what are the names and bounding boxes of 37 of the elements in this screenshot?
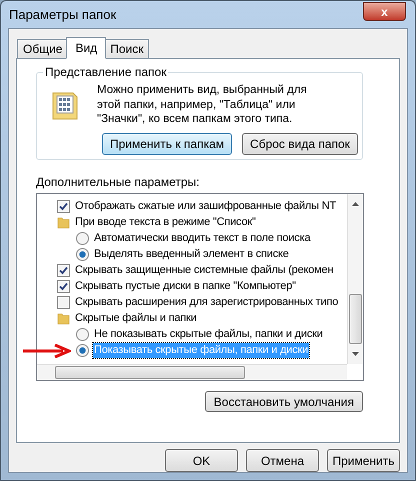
checkbox[interactable]: [57, 200, 70, 212]
scroll-up-icon: [352, 202, 359, 206]
dialog-button[interactable]: Применить: [327, 449, 400, 472]
dialog-button[interactable]: Отмена: [246, 449, 319, 472]
pointer-arrow-icon: [23, 344, 71, 358]
option-label[interactable]: Отображать сжатые или зашифрованные файлы NT: [74, 198, 337, 214]
option-label[interactable]: Не показывать скрытые файлы, папки и диски: [93, 326, 324, 342]
checkbox[interactable]: [57, 264, 70, 276]
option-label[interactable]: Скрытые файлы и папки: [74, 310, 198, 326]
tab[interactable]: Общие: [17, 39, 68, 58]
tab[interactable]: Вид: [66, 37, 106, 59]
folder-icon: [57, 312, 70, 324]
folder-icon: [57, 216, 70, 228]
radio-button[interactable]: [76, 344, 89, 356]
radio-button[interactable]: [76, 232, 89, 244]
tab[interactable]: Поиск: [104, 39, 150, 58]
action-button[interactable]: Сброс вида папок: [242, 132, 358, 154]
dialog-button[interactable]: OK: [165, 449, 238, 472]
scrollbar-thumb[interactable]: [55, 366, 245, 379]
option-label[interactable]: Скрывать расширения для зарегистрированных типо: [74, 294, 340, 310]
checkbox[interactable]: [57, 296, 70, 308]
option-label[interactable]: Скрывать защищенные системные файлы (рекомен: [74, 262, 334, 278]
group-description: Можно применить вид, выбранный для этой папки, например, "Таблица" или "Значки", ко всем папкам этого типа.: [97, 83, 308, 126]
option-label[interactable]: Автоматически вводить текст в поле поиска: [93, 230, 312, 246]
restore-defaults-button[interactable]: Восстановить умолчания: [204, 391, 363, 412]
scrollbar-thumb[interactable]: [349, 294, 362, 344]
close-button[interactable]: x: [363, 2, 406, 21]
option-label[interactable]: Скрывать пустые диски в папке "Компьютер": [74, 278, 297, 294]
radio-button[interactable]: [76, 248, 89, 260]
window-title: Параметры папок: [9, 6, 116, 24]
option-label[interactable]: Выделять введенный элемент в списке: [93, 246, 290, 262]
checkbox[interactable]: [57, 280, 70, 292]
section-label: Дополнительные параметры:: [36, 174, 200, 190]
radio-button[interactable]: [76, 328, 89, 340]
action-button[interactable]: Применить к папкам: [102, 132, 232, 154]
option-label[interactable]: При вводе текста в режиме "Список": [74, 214, 257, 230]
scroll-down-icon: [352, 352, 359, 356]
